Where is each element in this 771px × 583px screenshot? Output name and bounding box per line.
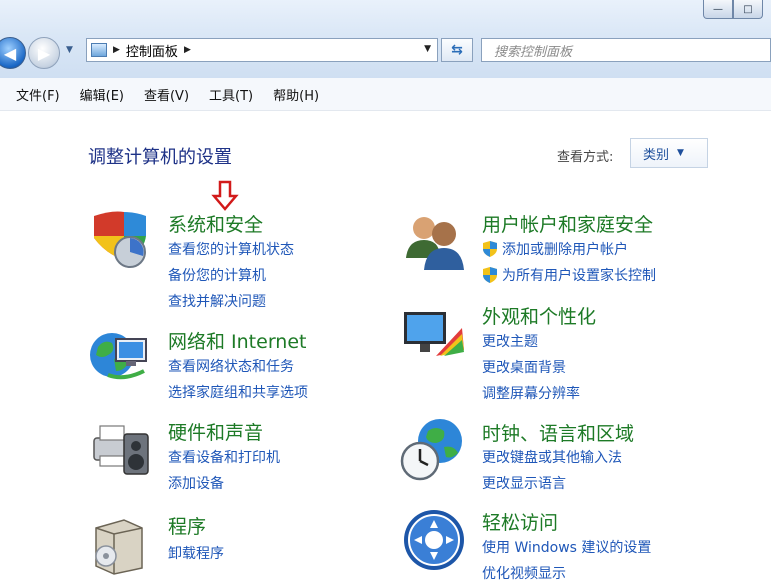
printer-speaker-icon [93,425,149,475]
link-optimize-display[interactable]: 优化视频显示 [482,563,566,583]
search-input[interactable]: 搜索控制面板 [481,38,771,62]
breadcrumb-control-panel[interactable]: 控制面板 [126,41,178,60]
chevron-down-icon: ▼ [677,148,684,158]
link-keyboard-input[interactable]: 更改键盘或其他输入法 [482,447,622,467]
link-backup-computer[interactable]: 备份您的计算机 [168,265,266,285]
link-add-device[interactable]: 添加设备 [168,473,224,493]
annotation-down-arrow-icon [211,180,239,211]
minimize-button[interactable]: — [703,0,733,19]
view-by-select[interactable]: 类别 ▼ [630,138,708,168]
forward-button[interactable]: ▶ [28,37,60,69]
back-button[interactable]: ◀ [0,37,26,69]
category-title[interactable]: 网络和 Internet [168,327,306,354]
address-dropdown-icon[interactable]: ▼ [424,44,431,54]
link-devices-printers[interactable]: 查看设备和打印机 [168,447,280,467]
menu-edit[interactable]: 编辑(E) [80,85,124,104]
view-by-label: 查看方式: [557,150,614,165]
link-uninstall-program[interactable]: 卸载程序 [168,543,224,563]
link-desktop-background[interactable]: 更改桌面背景 [482,357,566,377]
control-panel-icon [91,43,107,57]
link-text: 添加或删除用户帐户 [502,242,628,258]
monitor-palette-icon [404,312,464,356]
category-title[interactable]: 系统和安全 [168,210,263,237]
category-title[interactable]: 轻松访问 [482,508,558,535]
window-controls: — □ [703,0,763,19]
breadcrumb-chevron-icon[interactable]: ▶ [184,45,191,55]
search-placeholder: 搜索控制面板 [494,44,573,60]
category-title[interactable]: 硬件和声音 [168,418,263,445]
link-add-remove-users[interactable]: 添加或删除用户帐户 [482,239,628,259]
recent-pages-dropdown-icon[interactable]: ▼ [66,45,78,59]
menu-tools[interactable]: 工具(T) [209,85,253,104]
uac-shield-icon [483,267,497,283]
link-network-status[interactable]: 查看网络状态和任务 [168,356,294,376]
category-title[interactable]: 时钟、语言和区域 [482,419,634,446]
link-view-computer-status[interactable]: 查看您的计算机状态 [168,239,294,259]
ease-of-access-icon [404,510,464,570]
link-recommended-settings[interactable]: 使用 Windows 建议的设置 [482,537,651,557]
link-text: 为所有用户设置家长控制 [502,268,656,284]
uac-shield-icon [483,241,497,257]
menu-file[interactable]: 文件(F) [16,85,60,104]
category-title[interactable]: 程序 [168,512,206,539]
clock-globe-icon [400,419,462,481]
link-display-language[interactable]: 更改显示语言 [482,473,566,493]
page-title: 调整计算机的设置 [88,147,232,168]
back-arrow-icon: ◀ [3,43,17,63]
users-icon [406,217,464,270]
menu-help[interactable]: 帮助(H) [273,85,319,104]
category-title[interactable]: 用户帐户和家庭安全 [482,210,653,237]
address-bar[interactable]: ▶ 控制面板 ▶ ▼ [86,38,438,62]
category-title[interactable]: 外观和个性化 [482,302,596,329]
network-globe-icon [90,333,147,380]
link-troubleshoot[interactable]: 查找并解决问题 [168,291,266,311]
shield-icon [94,211,146,268]
refresh-button[interactable]: ⇆ [441,38,473,62]
menu-bar: 文件(F) 编辑(E) 查看(V) 工具(T) 帮助(H) [0,78,771,111]
view-by-value: 类别 [643,147,670,163]
link-change-theme[interactable]: 更改主题 [482,331,538,351]
window-titlebar: — □ ◀ ▶ ▼ ▶ 控制面板 ▶ ▼ ⇆ 搜索控制面板 [0,0,771,78]
programs-box-icon [95,519,143,575]
link-homegroup-sharing[interactable]: 选择家庭组和共享选项 [168,382,308,402]
link-screen-resolution[interactable]: 调整屏幕分辨率 [482,383,580,403]
link-parental-controls[interactable]: 为所有用户设置家长控制 [482,265,656,285]
forward-arrow-icon: ▶ [37,43,51,63]
menu-view[interactable]: 查看(V) [144,85,189,104]
maximize-button[interactable]: □ [733,0,763,19]
refresh-icon: ⇆ [451,42,463,58]
breadcrumb-chevron-icon[interactable]: ▶ [113,45,120,55]
